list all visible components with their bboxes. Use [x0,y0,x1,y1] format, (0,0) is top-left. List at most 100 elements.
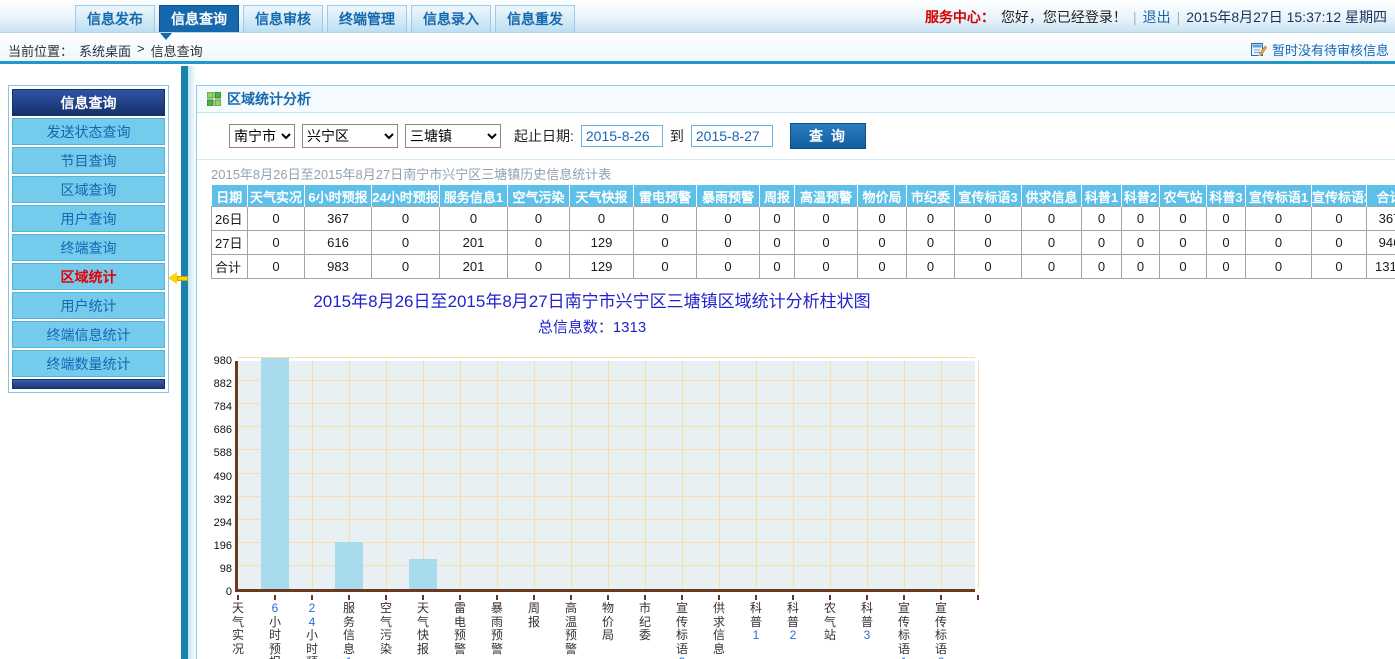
y-tick-label: 98 [211,563,232,575]
x-category-label: 科普1 [745,602,767,643]
col-header-0: 日期 [212,186,248,207]
x-tick [348,595,350,600]
x-category-label: 6小时预报 [264,602,286,659]
table-cell: 0 [634,255,697,279]
sidebar-item-3[interactable]: 用户查询 [12,205,165,232]
table-cell: 0 [1122,207,1160,231]
bar-chart: 098196294392490588686784882980 天气实况6小时预报… [211,361,1001,659]
col-header-3: 24小时预报 [372,186,440,207]
table-cell: 1313 [1367,255,1395,279]
tab-3[interactable]: 终端管理 [327,5,407,32]
table-cell: 0 [955,255,1022,279]
tab-1[interactable]: 信息查询 [159,5,239,32]
top-tabs: 信息发布信息查询信息审核终端管理信息录入信息重发 [75,5,575,32]
district-select[interactable]: 兴宁区 [302,124,398,148]
active-tab-pointer-icon [160,33,172,40]
panel-divider[interactable] [181,66,188,659]
gridline-v [497,361,498,589]
tab-2[interactable]: 信息审核 [243,5,323,32]
table-cell: 0 [1122,231,1160,255]
x-tick [311,595,313,600]
x-category-label: 物价局 [597,602,619,643]
x-tick [644,595,646,600]
x-tick [792,595,794,600]
y-tick-label: 0 [211,586,232,598]
date-range-label: 起止日期: [514,126,574,146]
x-category-label: 周报 [523,602,545,629]
table-row: 27日06160201012900000000000000946 [212,231,1395,255]
town-select[interactable]: 三塘镇 [405,124,501,148]
table-cell: 0 [570,207,634,231]
x-tick [274,595,276,600]
main-panel: 区域统计分析 南宁市 兴宁区 三塘镇 起止日期: 到 查 询 2015年8月26… [196,85,1395,659]
city-select[interactable]: 南宁市 [229,124,295,148]
review-notice-text: 暂时没有待审核信息 [1272,40,1389,59]
col-header-5: 空气污染 [508,186,570,207]
table-cell: 0 [1207,255,1246,279]
x-category-label: 市纪委 [634,602,656,643]
collapse-arrow-icon[interactable] [168,272,190,284]
chart-subtitle: 总信息数：1313 [197,316,987,337]
y-tick-label: 588 [211,447,232,459]
col-header-21: 合计 [1367,186,1395,207]
table-cell: 0 [955,231,1022,255]
breadcrumb-separator: > [137,41,145,60]
sidebar-item-0[interactable]: 发送状态查询 [12,118,165,145]
page: 信息发布信息查询信息审核终端管理信息录入信息重发 服务中心： 您好，您已经登录！… [0,0,1395,659]
table-cell: 0 [1122,255,1160,279]
table-cell: 0 [440,207,508,231]
sidebar-items: 发送状态查询节目查询区域查询用户查询终端查询区域统计用户统计终端信息统计终端数量… [12,118,165,377]
x-tick [977,595,979,600]
x-category-label: 农气站 [819,602,841,643]
table-cell: 0 [858,207,907,231]
table-cell: 0 [248,255,305,279]
table-row: 合计098302010129000000000000001313 [212,255,1395,279]
table-cell: 129 [570,231,634,255]
tab-0[interactable]: 信息发布 [75,5,155,32]
date-from-input[interactable] [581,125,663,147]
gridline-v [941,361,942,589]
x-tick [940,595,942,600]
logout-link[interactable]: 退出 [1143,7,1171,27]
bar-6小时预报 [261,358,289,589]
table-cell: 0 [1246,207,1312,231]
col-header-7: 雷电预警 [634,186,697,207]
gridline-h [238,357,975,358]
sidebar-item-7[interactable]: 终端信息统计 [12,321,165,348]
sidebar-item-5[interactable]: 区域统计 [12,263,165,290]
date-to-input[interactable] [691,125,773,147]
bar-服务信息1 [335,542,363,589]
table-cell: 0 [1082,207,1122,231]
breadcrumb-current: 信息查询 [151,41,203,60]
separator: | [1177,9,1181,25]
gridline-v [867,361,868,589]
gridline-v [460,361,461,589]
col-header-18: 科普3 [1207,186,1246,207]
tab-5[interactable]: 信息重发 [495,5,575,32]
to-label: 到 [670,126,684,146]
search-button[interactable]: 查 询 [790,123,866,149]
top-nav-bar: 信息发布信息查询信息审核终端管理信息录入信息重发 服务中心： 您好，您已经登录！… [0,0,1395,33]
breadcrumb-desktop[interactable]: 系统桌面 [79,41,131,60]
table-cell: 0 [795,255,858,279]
service-center-label: 服务中心： [925,7,995,27]
notepad-pencil-icon [1251,42,1267,57]
review-notice: 暂时没有待审核信息 [1251,40,1389,59]
sidebar-item-8[interactable]: 终端数量统计 [12,350,165,377]
gridline-v [719,361,720,589]
x-category-label: 宣传标语1 [893,602,915,659]
table-cell: 0 [1246,255,1312,279]
panel-divider-shadow [188,66,196,659]
sidebar-item-4[interactable]: 终端查询 [12,234,165,261]
table-cell: 616 [305,231,372,255]
sidebar-item-1[interactable]: 节目查询 [12,147,165,174]
page-title: 区域统计分析 [227,89,311,109]
tab-4[interactable]: 信息录入 [411,5,491,32]
table-cell: 0 [760,231,795,255]
sidebar-item-2[interactable]: 区域查询 [12,176,165,203]
table-cell: 0 [1022,255,1082,279]
table-cell: 0 [508,231,570,255]
sidebar-item-6[interactable]: 用户统计 [12,292,165,319]
x-category-label: 雷电预警 [449,602,471,656]
y-tick-label: 686 [211,424,232,436]
